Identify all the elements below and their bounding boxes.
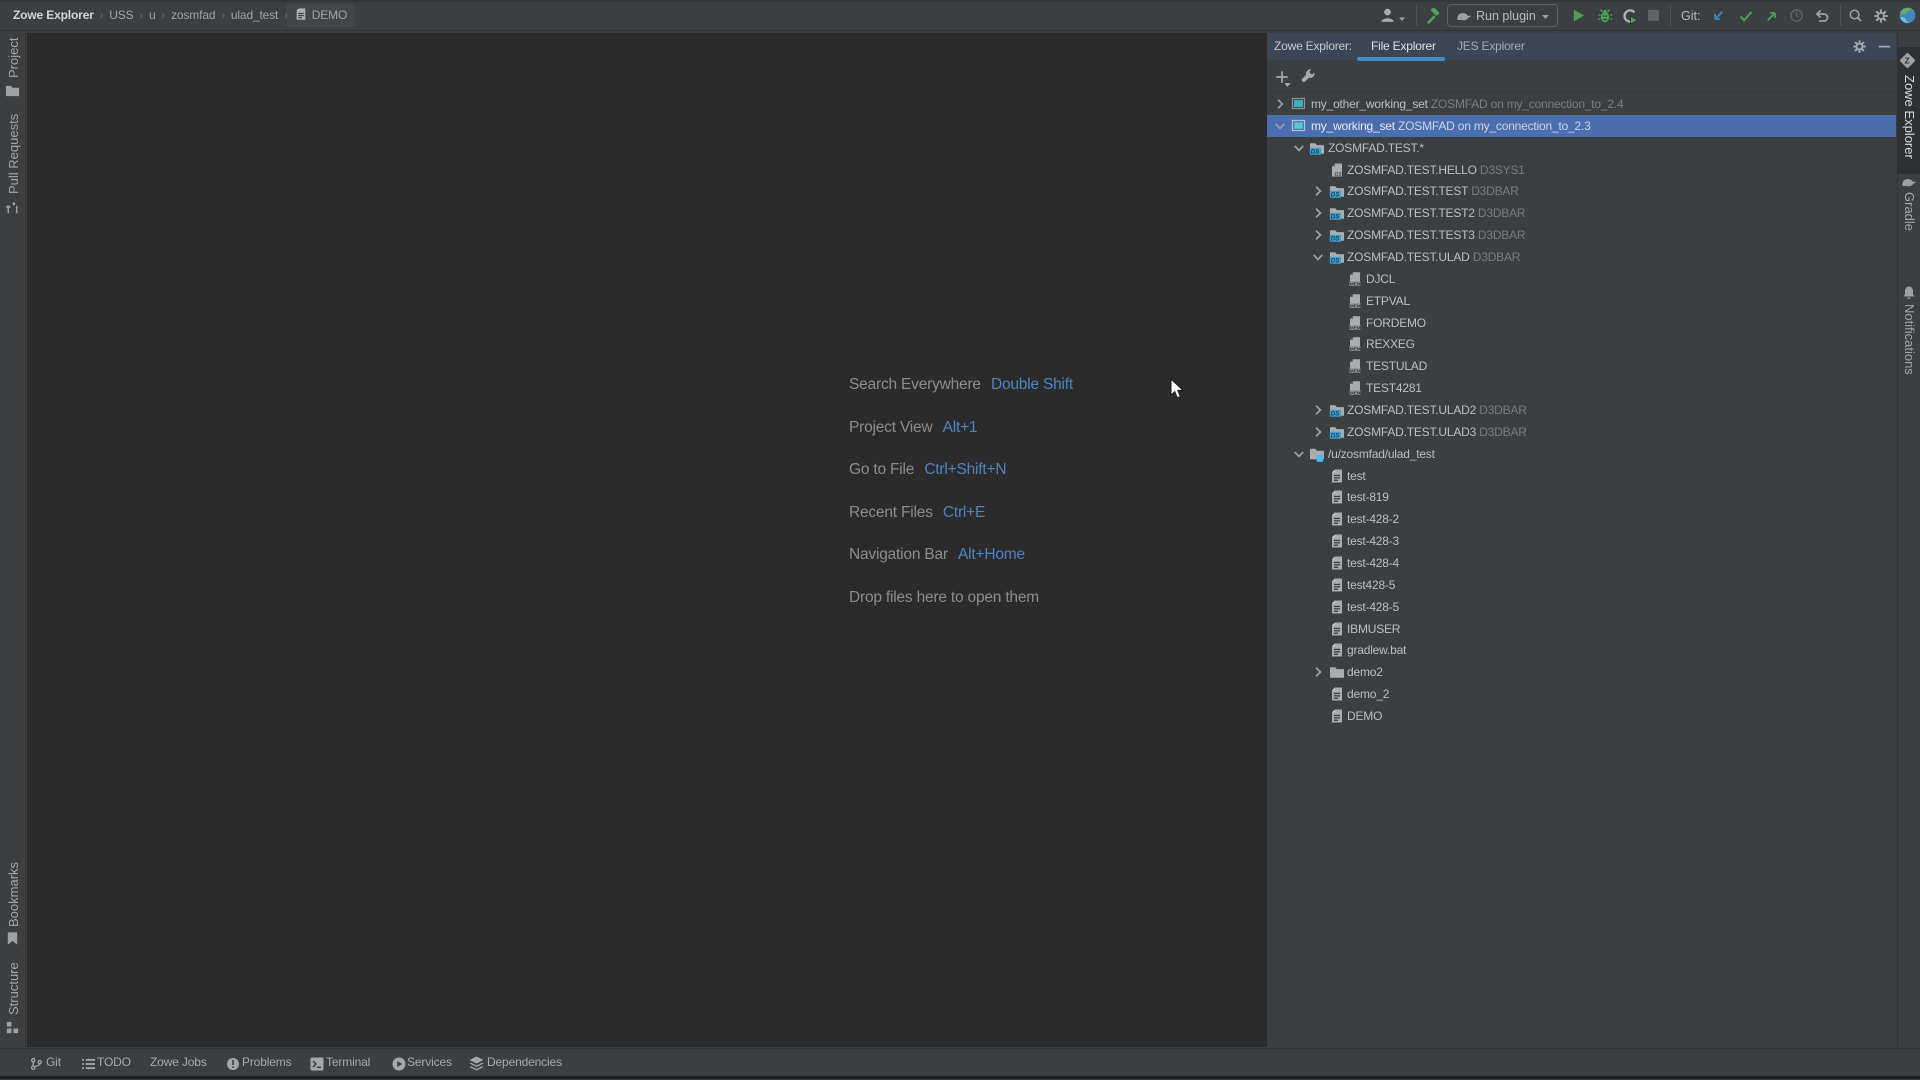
svg-text:DS: DS bbox=[1331, 235, 1340, 242]
svg-text:DS: DS bbox=[1335, 172, 1343, 178]
svg-text:DS: DS bbox=[1331, 410, 1340, 417]
svg-text:MEM: MEM bbox=[1350, 303, 1361, 308]
svg-text:MEM: MEM bbox=[1350, 369, 1361, 374]
svg-text:MEM: MEM bbox=[1350, 347, 1361, 352]
svg-text:DS: DS bbox=[1331, 432, 1340, 439]
svg-text:MEM: MEM bbox=[1350, 282, 1361, 287]
svg-text:DS: DS bbox=[1331, 257, 1340, 264]
svg-text:Z: Z bbox=[1905, 56, 1910, 66]
svg-text:DS: DS bbox=[1311, 148, 1320, 155]
svg-text:DS: DS bbox=[1331, 214, 1340, 221]
svg-text:MEM: MEM bbox=[1350, 325, 1361, 330]
svg-text:MEM: MEM bbox=[1350, 391, 1361, 396]
svg-text:DS: DS bbox=[1331, 192, 1340, 199]
